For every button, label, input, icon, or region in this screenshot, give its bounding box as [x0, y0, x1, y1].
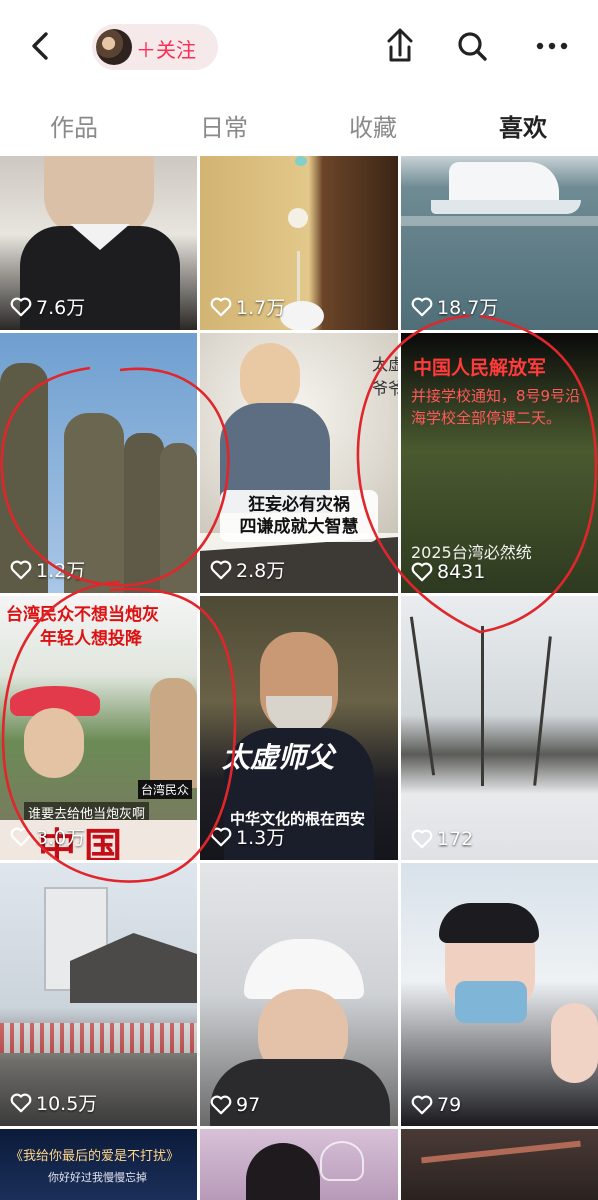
like-count: 8431: [411, 561, 485, 583]
heart-icon: [10, 297, 32, 316]
caption: 狂妄必有灾祸 四谦成就大智慧: [220, 490, 378, 542]
video-thumbnail[interactable]: 97: [200, 863, 398, 1126]
like-count: 1.3万: [210, 823, 285, 850]
heart-icon: [411, 829, 433, 849]
avatar[interactable]: [96, 29, 132, 65]
profile-header: ＋关注: [0, 0, 598, 94]
video-thumbnail[interactable]: 1.7万: [200, 156, 398, 330]
video-title: 《我给你最后的爱是不打扰》: [10, 1149, 180, 1164]
video-subtitle: 你好好过我慢慢忘掉: [48, 1171, 147, 1184]
like-count: 1.7万: [210, 293, 285, 320]
like-count: 18.7万: [411, 293, 498, 320]
search-icon[interactable]: [452, 24, 492, 68]
tab-likes[interactable]: 喜欢: [473, 108, 573, 143]
heart-icon: [411, 297, 433, 316]
like-count: 3.0万: [10, 823, 85, 850]
tab-daily[interactable]: 日常: [174, 108, 274, 143]
heart-icon: [210, 1095, 232, 1115]
like-count: 79: [411, 1094, 461, 1116]
heart-icon: [210, 297, 232, 316]
video-thumbnail[interactable]: 7.6万: [0, 156, 197, 330]
video-thumbnail[interactable]: 中国人民解放军 并接学校通知，8号9号沿海学校全部停课二天。 2025台湾必然统…: [401, 333, 598, 593]
video-big-text: 太虚师父: [222, 741, 335, 774]
share-icon[interactable]: [380, 24, 420, 68]
video-thumbnail[interactable]: 《我给你最后的爱是不打扰》 你好好过我慢慢忘掉: [0, 1129, 197, 1200]
video-title: 中国人民解放军: [413, 357, 547, 379]
like-count: 97: [210, 1094, 260, 1116]
back-arrow-icon[interactable]: [22, 26, 62, 66]
like-count: 7.6万: [10, 293, 85, 320]
tab-favorites[interactable]: 收藏: [323, 108, 423, 143]
heart-icon: [210, 827, 232, 846]
video-thumbnail[interactable]: [200, 1129, 398, 1200]
video-thumbnail[interactable]: 172: [401, 596, 598, 860]
video-thumbnail[interactable]: 太 爷 虚 爷 狂妄必有灾祸 四谦成就大智慧 2.8万: [200, 333, 398, 593]
tab-works[interactable]: 作品: [24, 108, 124, 143]
more-icon[interactable]: [532, 24, 572, 68]
video-thumbnail[interactable]: 10.5万: [0, 863, 197, 1126]
heart-icon: [10, 827, 32, 846]
speaker-badge: 台湾民众: [138, 780, 193, 799]
video-body: 并接学校通知，8号9号沿海学校全部停课二天。: [411, 387, 581, 427]
like-count: 1.2万: [10, 556, 85, 583]
follow-pill[interactable]: ＋关注: [92, 24, 218, 70]
video-thumbnail[interactable]: 18.7万: [401, 156, 598, 330]
video-footer: 2025台湾必然统: [411, 543, 532, 562]
video-thumbnail[interactable]: [401, 1129, 598, 1200]
side-title-2: 虚 爷: [388, 355, 398, 398]
video-thumbnail[interactable]: 太虚师父 中华文化的根在西安 1.3万: [200, 596, 398, 860]
video-title: 台湾民众不想当炮灰: [6, 605, 159, 625]
video-title-2: 年轻人想投降: [40, 629, 142, 649]
follow-button[interactable]: ＋关注: [136, 34, 196, 63]
video-thumbnail[interactable]: 79: [401, 863, 598, 1126]
like-count: 10.5万: [10, 1089, 97, 1116]
video-thumbnail[interactable]: 台湾民众不想当炮灰 年轻人想投降 台湾民众 谁要去给他当炮灰啊 中国 3.0万: [0, 596, 197, 860]
like-count: 2.8万: [210, 556, 285, 583]
heart-icon: [10, 1093, 32, 1112]
heart-icon: [411, 562, 433, 582]
heart-icon: [210, 560, 232, 579]
heart-icon: [411, 1095, 433, 1115]
profile-tabs: 作品 日常 收藏 喜欢: [0, 94, 598, 156]
video-thumbnail[interactable]: 1.2万: [0, 333, 197, 593]
video-grid: 7.6万 1.7万 18.7万 1.2万 太 爷 虚 爷 狂妄必有灾祸 四谦成就…: [0, 156, 598, 1200]
heart-icon: [10, 560, 32, 579]
side-title: 太 爷: [372, 355, 389, 398]
like-count: 172: [411, 828, 473, 850]
